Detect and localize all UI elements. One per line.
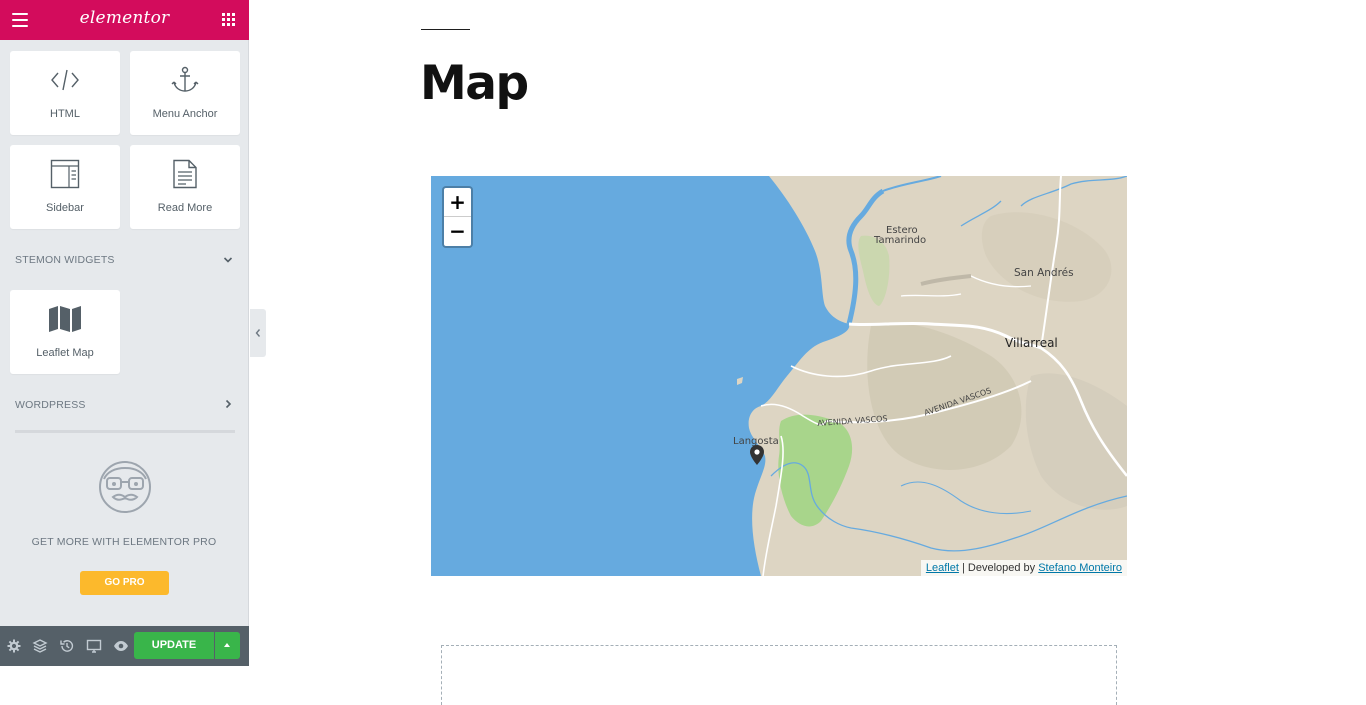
chevron-down-icon [223,257,233,263]
update-button[interactable]: UPDATE [134,632,214,659]
leaflet-link[interactable]: Leaflet [926,562,959,574]
promo-text: GET MORE WITH ELEMENTOR PRO [31,536,217,548]
map-label: Tamarindo [874,235,927,246]
category-label: WORDPRESS [15,399,86,411]
preview-eye-icon[interactable] [113,638,129,654]
category-label: STEMON WIDGETS [15,254,115,266]
map-marker-icon[interactable] [750,445,764,465]
map-icon [10,304,120,334]
widget-label: Leaflet Map [36,347,94,359]
sidebar-layout-icon [10,159,120,189]
widget-label: Menu Anchor [152,108,218,120]
panel-collapse-toggle[interactable] [250,309,266,357]
go-pro-button[interactable]: GO PRO [80,571,169,595]
zoom-in-button[interactable]: + [444,188,471,217]
chevron-left-icon [255,329,261,337]
category-wordpress[interactable]: WORDPRESS [15,399,237,417]
settings-gear-icon[interactable] [6,638,22,654]
zoom-out-button[interactable]: − [444,217,471,246]
page-title: Map [420,56,529,111]
widget-read-more[interactable]: Read More [130,145,240,229]
widget-label: Sidebar [46,202,84,214]
chevron-right-icon [225,399,232,409]
panel-header: elementor [0,0,249,40]
anchor-icon [130,65,240,95]
zoom-control: + − [442,186,473,248]
code-icon [10,65,120,95]
widget-html[interactable]: HTML [10,51,120,135]
navigator-layers-icon[interactable] [32,638,48,654]
nerd-face-icon [99,461,151,513]
widget-sidebar[interactable]: Sidebar [10,145,120,229]
widgets-grid-icon[interactable] [222,13,235,26]
map-attribution: Leaflet | Developed by Stefano Monteiro [920,560,1127,576]
panel-divider [15,430,235,433]
update-options-caret-icon[interactable] [215,632,240,659]
author-link[interactable]: Stefano Monteiro [1038,562,1122,574]
widget-label: Read More [157,202,213,214]
title-divider-line [421,29,470,30]
category-stemon-widgets[interactable]: STEMON WIDGETS [15,254,237,272]
responsive-desktop-icon[interactable] [86,638,102,654]
attribution-text: | Developed by [958,562,1039,574]
map-tiles [737,176,1127,576]
leaflet-map[interactable]: + − Estero Tamarindo San Andrés Villarre… [431,176,1127,576]
document-icon [130,159,240,189]
map-label: Villarreal [1005,336,1058,350]
widget-menu-anchor[interactable]: Menu Anchor [130,51,240,135]
widget-leaflet-map[interactable]: Leaflet Map [10,290,120,374]
elementor-panel: elementor HTML Menu Anchor Sidebar Read … [0,0,249,666]
history-icon[interactable] [59,638,75,654]
widget-label: HTML [50,108,80,120]
map-label: San Andrés [1014,267,1074,279]
elementor-logo: elementor [79,8,170,28]
add-section-area[interactable] [441,645,1117,705]
